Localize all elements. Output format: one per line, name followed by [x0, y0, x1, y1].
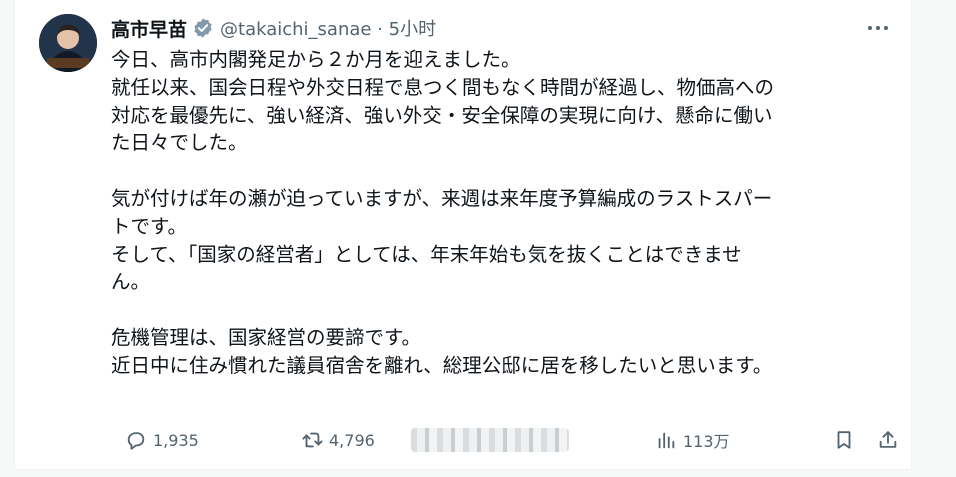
tweet-line: 近日中に住み慣れた議員宿舎を離れ、総理公邸に居を移したいと思います。 — [111, 353, 773, 377]
reply-button[interactable]: 1,935 — [125, 424, 199, 456]
tweet-header: 高市早苗 @takaichi_sanae · 5小时 — [111, 14, 436, 42]
share-button[interactable] — [877, 424, 899, 456]
tweet-line: 危機管理は、国家経営の要諦です。 — [111, 325, 422, 349]
tweet-line — [111, 296, 901, 324]
tweet-line: 気が付けば年の瀬が迫っていますが、来週は来年度予算編成のラストスパー — [111, 186, 773, 210]
bookmark-button[interactable] — [833, 424, 855, 456]
repost-icon — [302, 432, 323, 448]
share-icon — [879, 431, 897, 448]
avatar[interactable] — [39, 14, 97, 72]
bookmark-icon — [837, 431, 851, 449]
repost-button[interactable]: 4,796 — [301, 424, 375, 456]
tweet-line: そして、「国家の経営者」としては、年末年始も気を抜くことはできませ — [111, 242, 742, 266]
views-icon — [658, 432, 675, 449]
tweet-line: ん。 — [111, 270, 151, 294]
tweet-line: 就任以来、国会日程や外交日程で息つく間もなく時間が経過し、物価高への — [111, 75, 775, 99]
tweet-line: た日々でした。 — [111, 131, 248, 155]
tweet-text: 今日、高市内閣発足から２か月を迎えました。 就任以来、国会日程や外交日程で息つく… — [111, 46, 901, 380]
handle-and-time[interactable]: @takaichi_sanae · 5小时 — [220, 15, 436, 41]
action-bar: 1,935 4,796 113万 — [111, 424, 901, 456]
more-icon[interactable] — [863, 16, 893, 40]
tweet-line: 対応を最優先に、強い経済、強い外交・安全保障の実現に向け、懸命に働い — [111, 103, 773, 127]
views-button[interactable]: 113万 — [655, 424, 730, 456]
tweet-line — [111, 157, 901, 185]
reply-count: 1,935 — [153, 430, 199, 450]
tweet-line: トです。 — [111, 214, 188, 238]
repost-count: 4,796 — [329, 430, 375, 450]
reply-icon — [127, 432, 145, 450]
verified-badge-icon — [194, 18, 212, 38]
tweet-line: 今日、高市内閣発足から２か月を迎えました。 — [111, 48, 521, 71]
like-button[interactable] — [411, 428, 569, 452]
views-count: 113万 — [683, 432, 730, 451]
tweet-card[interactable]: 高市早苗 @takaichi_sanae · 5小时 今日、高市内閣発足から２か… — [14, 0, 912, 470]
display-name[interactable]: 高市早苗 — [111, 15, 187, 42]
